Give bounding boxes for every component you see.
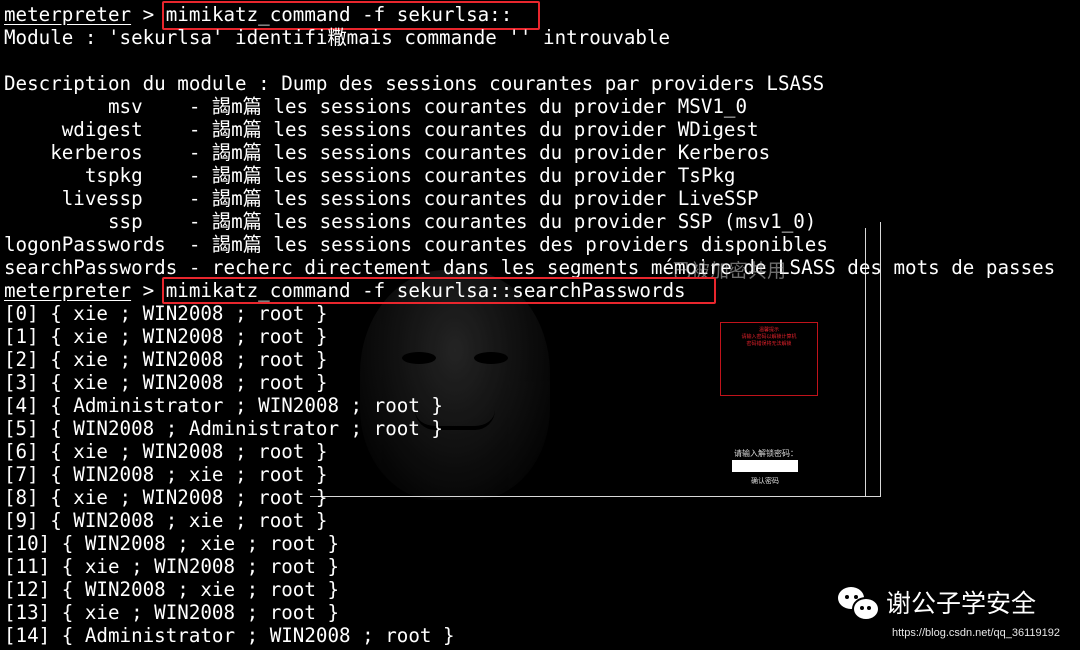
brand-name: 谢公子学安全 [886,589,1037,618]
provider-line: wdigest - 謁m篇 les sessions courantes du … [4,118,759,141]
result-line: [9] { WIN2008 ; xie ; root } [4,509,328,532]
result-line: [5] { WIN2008 ; Administrator ; root } [4,417,443,440]
result-line: [1] { xie ; WIN2008 ; root } [4,325,328,348]
prompt-label: meterpreter [4,3,132,26]
result-line: [0] { xie ; WIN2008 ; root } [4,302,328,325]
result-line: [12] { WIN2008 ; xie ; root } [4,578,340,601]
unlock-password-label: 请输入解锁密码： [734,449,798,458]
module-description-line: Description du module : Dump des session… [4,72,825,95]
ransom-notice-title: 温馨提示 [758,327,779,333]
result-line: [7] { WIN2008 ; xie ; root } [4,463,328,486]
wechat-icon [838,585,880,621]
wechat-bubble-small [852,597,880,621]
provider-line: searchPasswords - recherc directement da… [4,256,1056,279]
ransom-notice-box: 温馨提示 请输入密码以解锁计算机 密码错误将无法解锁 [720,322,818,396]
result-line: [11] { xie ; WIN2008 ; root } [4,555,340,578]
provider-line: tspkg - 謁m篇 les sessions courantes du pr… [4,164,736,187]
prompt-separator: > [131,279,166,302]
source-url-watermark: https://blog.csdn.net/qq_36119192 [892,627,1060,639]
unlock-password-input[interactable] [732,460,798,472]
unlock-confirm-button[interactable]: 确认密码 [740,476,790,486]
prompt-separator: > [131,3,166,26]
provider-line: msv - 謁m篇 les sessions courantes du prov… [4,95,748,118]
result-line: [13] { xie ; WIN2008 ; root } [4,601,340,624]
provider-line: ssp - 謁m篇 les sessions courantes du prov… [4,210,817,233]
ransom-notice-line: 密码错误将无法解锁 [746,341,792,347]
result-line: [6] { xie ; WIN2008 ; root } [4,440,328,463]
terminal-window[interactable]: 温馨提示 请输入密码以解锁计算机 密码错误将无法解锁 请输入解锁密码： 确认密码… [0,0,1080,650]
result-line: [10] { WIN2008 ; xie ; root } [4,532,340,555]
provider-line: kerberos - 謁m篇 les sessions courantes du… [4,141,771,164]
error-line: Module : 'sekurlsa' identifi糤mais comman… [4,26,671,49]
result-line: [8] { xie ; WIN2008 ; root } [4,486,328,509]
result-line: [2] { xie ; WIN2008 ; root } [4,348,328,371]
provider-line: logonPasswords - 謁m篇 les sessions couran… [4,233,828,256]
command-highlight-box [162,277,716,304]
brand-watermark: 谢公子学安全 [838,584,1037,621]
provider-line: livessp - 謁m篇 les sessions courantes du … [4,187,759,210]
prompt-label: meterpreter [4,279,132,302]
ransom-notice-line: 请输入密码以解锁计算机 [741,334,797,340]
result-line: [14] { Administrator ; WIN2008 ; root } [4,624,455,647]
result-line: [3] { xie ; WIN2008 ; root } [4,371,328,394]
result-line: [4] { Administrator ; WIN2008 ; root } [4,394,443,417]
